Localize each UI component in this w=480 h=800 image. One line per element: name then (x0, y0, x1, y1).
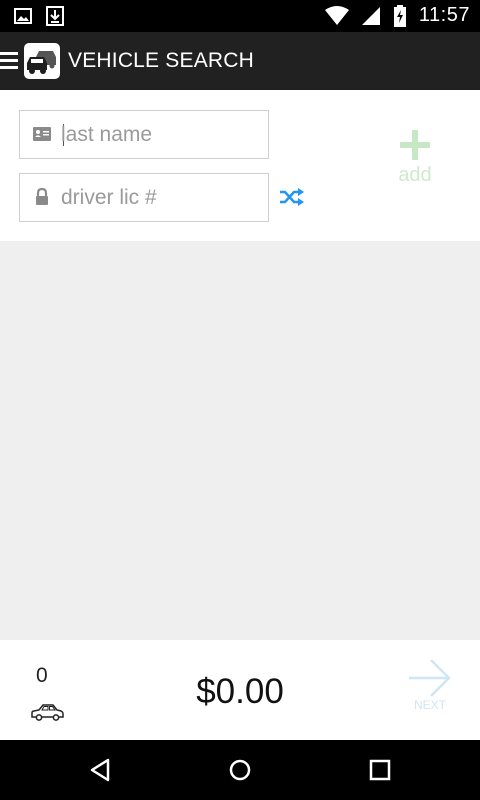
image-icon (14, 8, 32, 24)
clock: 11:57 (418, 4, 470, 26)
lock-icon (36, 187, 48, 205)
download-icon (46, 6, 64, 26)
vehicle-logo-icon[interactable] (24, 43, 60, 79)
home-icon[interactable] (226, 756, 254, 784)
add-label: add (398, 164, 432, 186)
last-name-input[interactable] (61, 111, 261, 158)
results-area (0, 241, 480, 640)
id-card-icon (33, 127, 51, 141)
plus-icon (400, 130, 430, 160)
next-label: NEXT (413, 698, 446, 712)
menu-icon[interactable] (0, 52, 18, 72)
driver-lic-field[interactable] (19, 173, 269, 222)
next-button[interactable]: NEXT (405, 656, 455, 726)
arrow-right-icon (409, 659, 451, 697)
recents-icon[interactable] (366, 756, 394, 784)
system-nav-bar (0, 740, 480, 800)
last-name-field[interactable] (19, 110, 269, 159)
wifi-icon (324, 5, 349, 25)
back-icon[interactable] (86, 756, 114, 784)
shuffle-icon[interactable] (279, 187, 305, 207)
battery-icon (393, 4, 406, 27)
status-bar: 11:57 (0, 0, 480, 32)
page-title: VEHICLE SEARCH (68, 49, 255, 72)
summary-bar: 0 $0.00 NEXT (0, 640, 480, 740)
add-button[interactable]: add (380, 120, 450, 200)
search-form: add (0, 90, 480, 241)
signal-icon (361, 6, 380, 25)
app-bar: VEHICLE SEARCH (0, 32, 480, 90)
driver-lic-input[interactable] (61, 174, 261, 221)
